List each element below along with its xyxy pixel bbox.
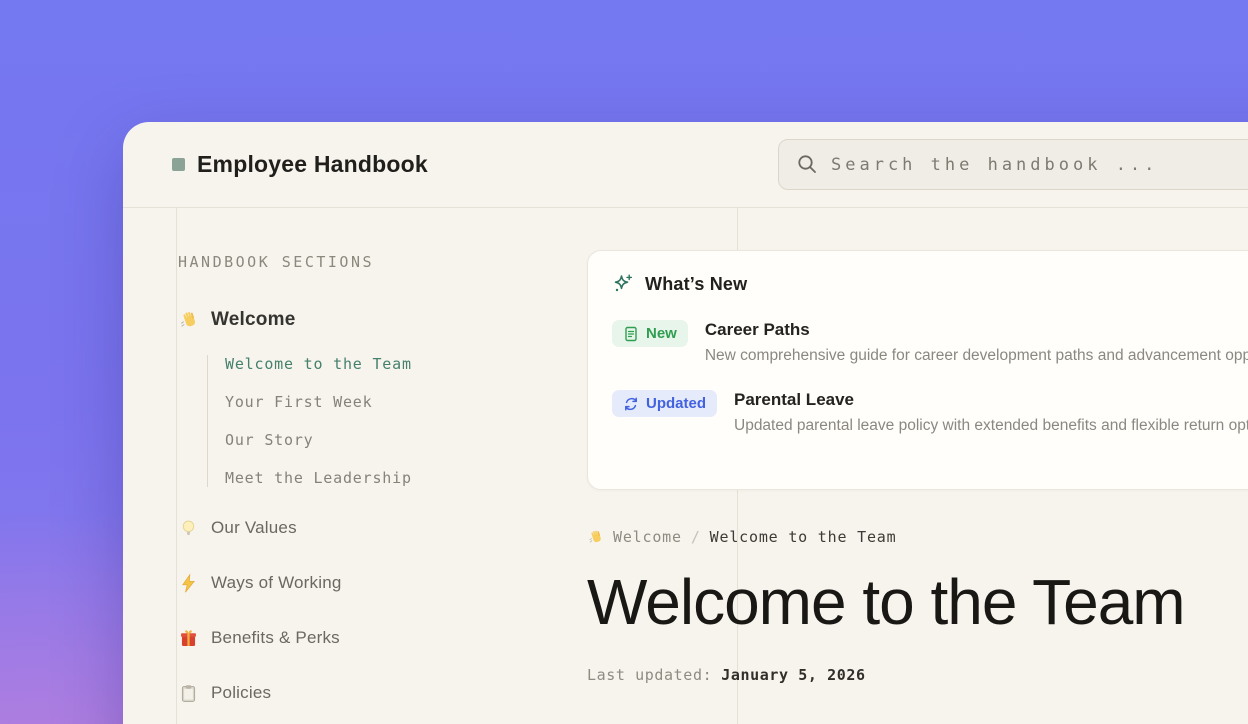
- entry-text: Career Paths New comprehensive guide for…: [705, 320, 1248, 365]
- sidebar-subnav-welcome: Welcome to the Team Your First Week Our …: [207, 355, 576, 487]
- new-badge: New: [612, 320, 688, 347]
- waving-hand-icon: [587, 529, 604, 546]
- entry-description: New comprehensive guide for career devel…: [705, 347, 1248, 365]
- sidebar-item-label: Welcome: [211, 309, 295, 331]
- breadcrumb-current: Welcome to the Team: [710, 528, 897, 546]
- last-updated-label: Last updated:: [587, 666, 712, 684]
- entry-title: Parental Leave: [734, 390, 1248, 410]
- sidebar-item-welcome[interactable]: Welcome: [178, 305, 576, 335]
- sidebar: HANDBOOK SECTIONS Welcome: [176, 207, 576, 724]
- whats-new-card: What’s New New Career Paths: [587, 250, 1248, 490]
- last-updated: Last updated: January 5, 2026: [587, 666, 1248, 684]
- sidebar-item-our-values[interactable]: Our Values: [178, 513, 576, 543]
- gift-icon: [178, 628, 199, 649]
- whats-new-header: What’s New: [612, 273, 1248, 295]
- updated-badge: Updated: [612, 390, 717, 417]
- waving-hand-icon: [178, 310, 199, 331]
- badge-label: New: [646, 325, 677, 342]
- document-icon: [623, 326, 639, 342]
- app-logo-icon: [172, 158, 185, 171]
- sidebar-item-ways-of-working[interactable]: Ways of Working: [178, 568, 576, 598]
- sparkle-icon: [612, 273, 634, 295]
- page-title: Welcome to the Team: [587, 565, 1248, 639]
- whats-new-entry[interactable]: Updated Parental Leave Updated parental …: [612, 390, 1248, 435]
- entry-text: Parental Leave Updated parental leave po…: [734, 390, 1248, 435]
- breadcrumb-section[interactable]: Welcome: [613, 528, 682, 546]
- breadcrumb: Welcome / Welcome to the Team: [587, 528, 1248, 546]
- desktop-background: Employee Handbook HANDBOOK SECTIONS: [0, 0, 1248, 724]
- search-icon: [796, 153, 818, 175]
- subnav-item-meet-the-leadership[interactable]: Meet the Leadership: [225, 469, 576, 487]
- main-content: What’s New New Career Paths: [587, 250, 1248, 684]
- breadcrumb-separator: /: [691, 528, 701, 546]
- light-bulb-icon: [178, 518, 199, 539]
- brand: Employee Handbook: [172, 122, 428, 207]
- entry-description: Updated parental leave policy with exten…: [734, 417, 1248, 435]
- sidebar-item-label: Policies: [211, 683, 271, 703]
- whats-new-entry[interactable]: New Career Paths New comprehensive guide…: [612, 320, 1248, 365]
- clipboard-icon: [178, 683, 199, 704]
- refresh-icon: [623, 396, 639, 412]
- sidebar-item-label: Benefits & Perks: [211, 628, 340, 648]
- sidebar-item-label: Ways of Working: [211, 573, 342, 593]
- subnav-item-your-first-week[interactable]: Your First Week: [225, 393, 576, 411]
- entry-title: Career Paths: [705, 320, 1248, 340]
- subnav-item-welcome-to-the-team[interactable]: Welcome to the Team: [225, 355, 576, 373]
- app-title: Employee Handbook: [197, 151, 428, 178]
- whats-new-title: What’s New: [645, 274, 747, 295]
- sidebar-item-benefits-perks[interactable]: Benefits & Perks: [178, 623, 576, 653]
- sidebar-item-policies[interactable]: Policies: [178, 678, 576, 708]
- search-input[interactable]: [778, 139, 1248, 190]
- last-updated-value: January 5, 2026: [721, 666, 865, 684]
- app-header: Employee Handbook: [123, 122, 1248, 207]
- sidebar-item-label: Our Values: [211, 518, 297, 538]
- subnav-item-our-story[interactable]: Our Story: [225, 431, 576, 449]
- lightning-bolt-icon: [178, 573, 199, 594]
- sidebar-section-label: HANDBOOK SECTIONS: [178, 253, 576, 271]
- badge-label: Updated: [646, 395, 706, 412]
- search-bar: [778, 139, 1248, 190]
- app-window: Employee Handbook HANDBOOK SECTIONS: [123, 122, 1248, 724]
